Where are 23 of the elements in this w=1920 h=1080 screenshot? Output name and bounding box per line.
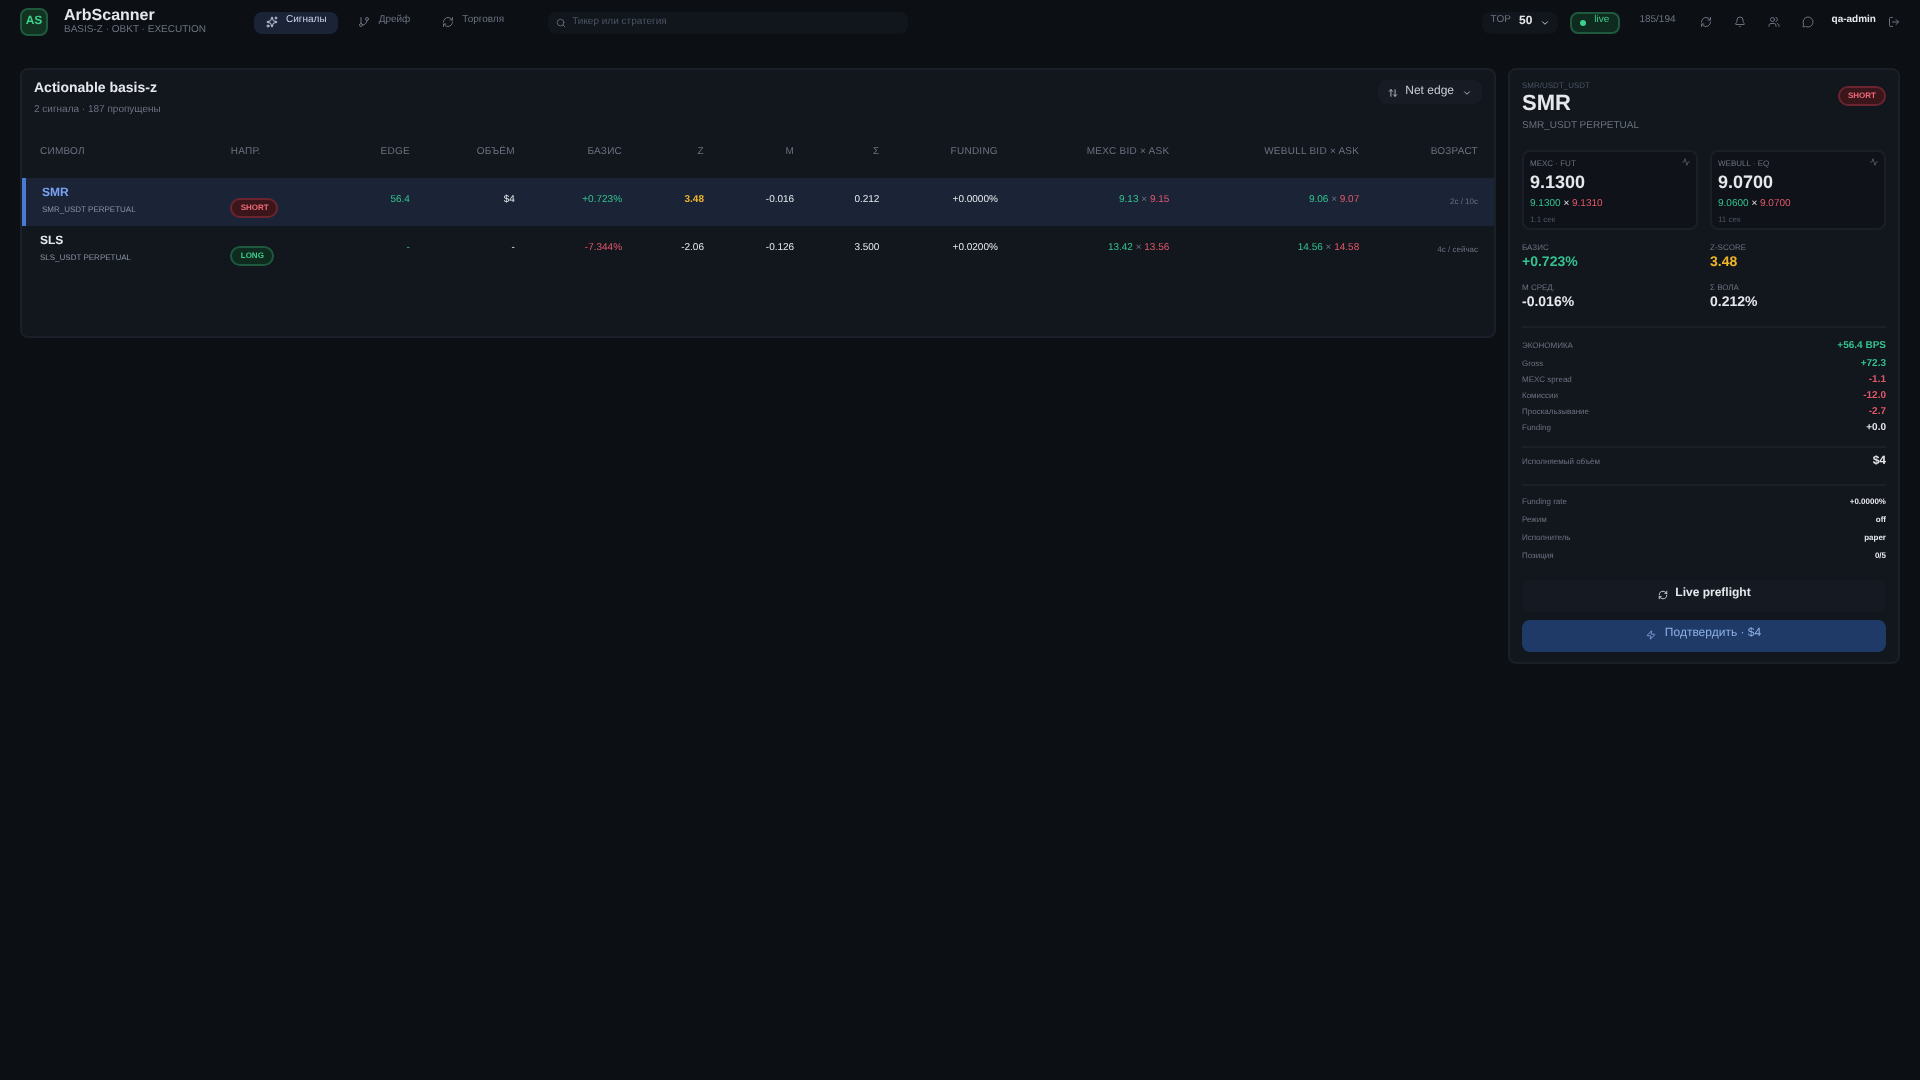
app-title: ArbScanner	[64, 8, 157, 24]
chat-button[interactable]	[1797, 11, 1820, 33]
pulse-icon	[1870, 158, 1878, 167]
lightning-icon	[1646, 630, 1657, 641]
users-icon	[1768, 16, 1781, 28]
tab-icon	[442, 16, 455, 28]
refresh-icon	[1657, 590, 1668, 601]
logout-icon	[1888, 16, 1900, 28]
users-button[interactable]	[1763, 11, 1786, 33]
search-icon	[556, 17, 567, 27]
pulse-icon	[1682, 158, 1690, 167]
chevron-icon	[1540, 17, 1551, 27]
tab-icon	[266, 16, 279, 28]
refresh-icon	[1700, 16, 1713, 28]
chevron-icon	[1462, 87, 1472, 97]
quote-price: 9.1300	[1530, 170, 1588, 197]
logout-button[interactable]	[1888, 16, 1900, 28]
tab-icon	[358, 16, 371, 28]
quote-price: 9.0700	[1718, 170, 1776, 197]
detail-symbol: SMR	[1522, 92, 1573, 120]
bell-icon	[1734, 16, 1747, 28]
sort-icon	[1387, 87, 1398, 97]
chat-icon	[1802, 16, 1815, 28]
